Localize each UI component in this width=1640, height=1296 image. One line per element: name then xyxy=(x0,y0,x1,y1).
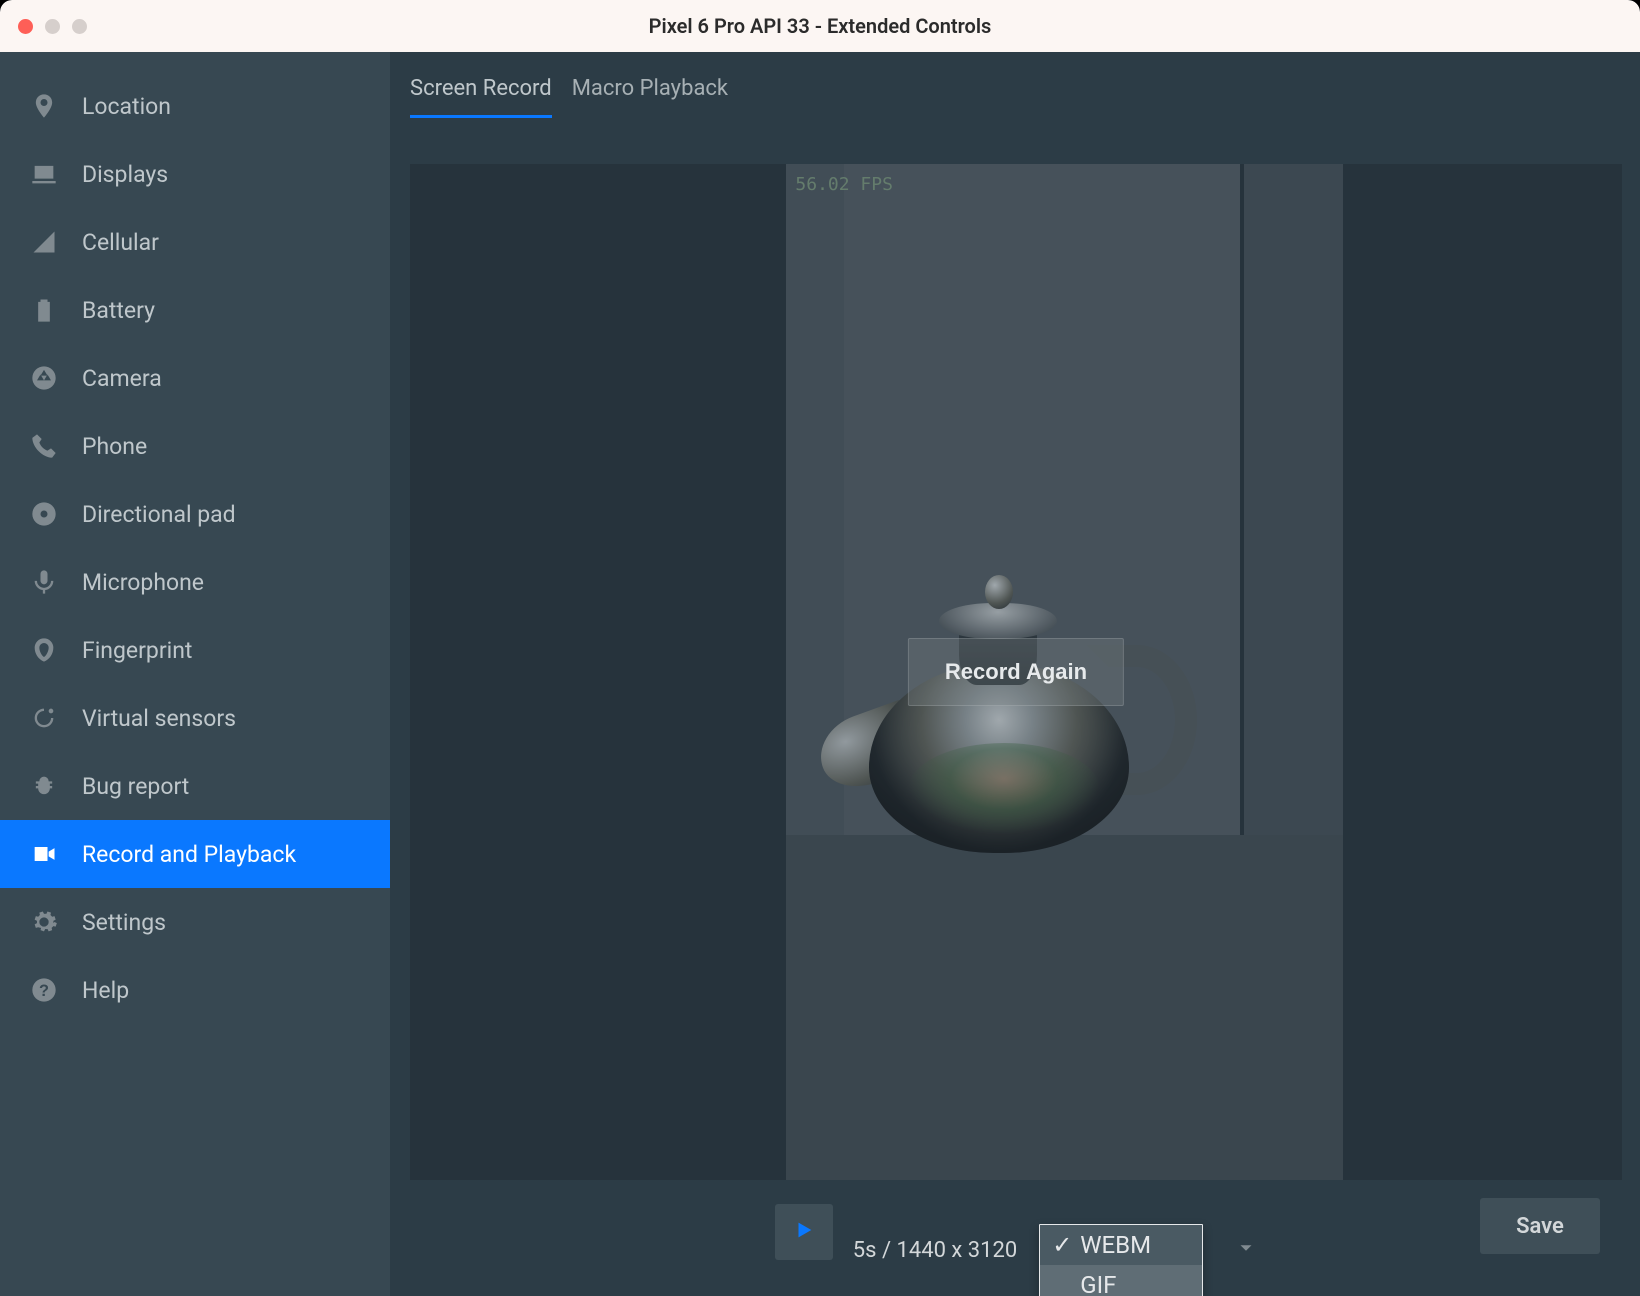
format-option-webm[interactable]: ✓ WEBM xyxy=(1040,1225,1202,1265)
sidebar-item-label: Fingerprint xyxy=(82,637,192,664)
sidebar-item-label: Cellular xyxy=(82,229,159,256)
sidebar-item-label: Displays xyxy=(82,161,168,188)
dpad-icon xyxy=(30,500,58,528)
sidebar-item-bug[interactable]: Bug report xyxy=(0,752,390,820)
sidebar: Location Displays Cellular Battery Camer… xyxy=(0,52,390,1296)
videocam-icon xyxy=(30,840,58,868)
battery-icon xyxy=(30,296,58,324)
close-window-button[interactable] xyxy=(18,19,33,34)
sidebar-item-fingerprint[interactable]: Fingerprint xyxy=(0,616,390,684)
aperture-icon xyxy=(30,364,58,392)
format-option-label: WEBM xyxy=(1080,1231,1151,1259)
format-option-gif[interactable]: GIF xyxy=(1040,1265,1202,1296)
sidebar-item-record[interactable]: Record and Playback xyxy=(0,820,390,888)
sidebar-item-label: Bug report xyxy=(82,773,189,800)
play-button[interactable] xyxy=(775,1204,833,1260)
sidebar-item-label: Record and Playback xyxy=(82,841,296,868)
tab-screen-record[interactable]: Screen Record xyxy=(410,76,552,118)
sidebar-item-label: Virtual sensors xyxy=(82,705,236,732)
tabs: Screen Record Macro Playback xyxy=(410,76,1622,118)
sidebar-item-label: Location xyxy=(82,93,171,120)
sidebar-item-label: Microphone xyxy=(82,569,204,596)
record-again-button[interactable]: Record Again xyxy=(908,638,1124,706)
pin-icon xyxy=(30,92,58,120)
minimize-window-button[interactable] xyxy=(45,19,60,34)
bug-icon xyxy=(30,772,58,800)
check-icon: ✓ xyxy=(1052,1231,1070,1259)
chevron-down-icon[interactable] xyxy=(1235,1237,1257,1263)
signal-icon xyxy=(30,228,58,256)
sidebar-item-location[interactable]: Location xyxy=(0,72,390,140)
mic-icon xyxy=(30,568,58,596)
sidebar-item-settings[interactable]: Settings xyxy=(0,888,390,956)
orbit-icon xyxy=(30,704,58,732)
recording-preview: 56.02 FPS Record Again xyxy=(410,164,1622,1180)
sidebar-item-label: Camera xyxy=(82,365,162,392)
sidebar-item-displays[interactable]: Displays xyxy=(0,140,390,208)
help-icon: ? xyxy=(30,976,58,1004)
recording-meta: 5s / 1440 x 3120 xyxy=(853,1238,1017,1263)
fingerprint-icon xyxy=(30,636,58,664)
tab-macro-playback[interactable]: Macro Playback xyxy=(572,76,728,118)
bottom-toolbar: 5s / 1440 x 3120 ✓ WEBM GIF Save xyxy=(410,1180,1622,1296)
format-option-label: GIF xyxy=(1080,1271,1116,1296)
sidebar-item-label: Help xyxy=(82,977,129,1004)
sidebar-item-label: Settings xyxy=(82,909,166,936)
sidebar-item-battery[interactable]: Battery xyxy=(0,276,390,344)
sidebar-item-label: Battery xyxy=(82,297,155,324)
svg-text:?: ? xyxy=(39,982,49,1000)
content-pane: Screen Record Macro Playback 56.02 FPS xyxy=(390,52,1640,1296)
zoom-window-button[interactable] xyxy=(72,19,87,34)
window-title: Pixel 6 Pro API 33 - Extended Controls xyxy=(0,14,1640,38)
sidebar-item-label: Directional pad xyxy=(82,501,236,528)
sidebar-item-dpad[interactable]: Directional pad xyxy=(0,480,390,548)
gear-icon xyxy=(30,908,58,936)
sidebar-item-help[interactable]: ? Help xyxy=(0,956,390,1024)
sidebar-item-microphone[interactable]: Microphone xyxy=(0,548,390,616)
save-button[interactable]: Save xyxy=(1480,1198,1600,1254)
sidebar-item-vsensors[interactable]: Virtual sensors xyxy=(0,684,390,752)
sidebar-item-label: Phone xyxy=(82,433,147,460)
sidebar-item-phone[interactable]: Phone xyxy=(0,412,390,480)
phone-icon xyxy=(30,432,58,460)
sidebar-item-camera[interactable]: Camera xyxy=(0,344,390,412)
sidebar-item-cellular[interactable]: Cellular xyxy=(0,208,390,276)
play-icon xyxy=(793,1219,815,1245)
laptop-icon xyxy=(30,160,58,188)
titlebar: Pixel 6 Pro API 33 - Extended Controls xyxy=(0,0,1640,52)
